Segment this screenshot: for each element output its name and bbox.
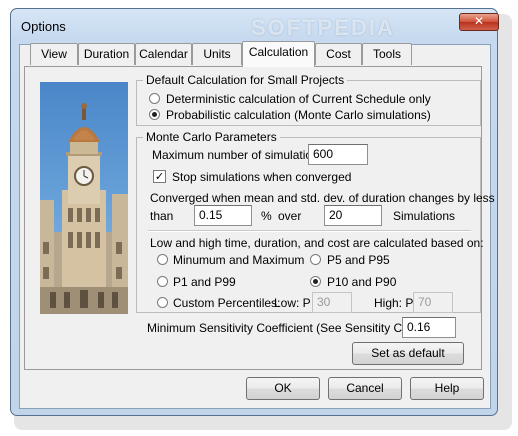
default-calc-legend: Default Calculation for Small Projects [143,73,348,87]
deterministic-radio[interactable] [149,93,160,104]
window-title: Options [21,19,66,34]
tab-units[interactable]: Units [192,43,242,65]
set-default-button[interactable]: Set as default [352,342,464,365]
than-percent-input[interactable]: 0.15 [194,205,252,226]
probabilistic-radio[interactable] [149,109,160,120]
converged-description: Converged when mean and std. dev. of dur… [150,191,495,205]
tab-calculation[interactable]: Calculation [242,41,315,67]
min-max-radio[interactable] [157,254,168,265]
group-divider [148,230,471,232]
help-button[interactable]: Help [410,377,484,400]
low-percentile-label: Low: P [274,296,311,310]
p1-p99-label[interactable]: P1 and P99 [173,275,236,289]
tab-calendar[interactable]: Calendar [135,43,192,65]
high-percentile-label: High: P [374,296,414,310]
clock-tower-image [40,103,128,314]
p1-p99-radio[interactable] [157,276,168,287]
p10-p90-radio[interactable] [310,276,321,287]
deterministic-label[interactable]: Deterministic calculation of Current Sch… [166,92,431,106]
low-percentile-input[interactable]: 30 [312,292,352,313]
over-simulations-input[interactable]: 20 [324,205,382,226]
simulations-label: Simulations [393,209,456,223]
tab-cost[interactable]: Cost [315,43,362,65]
sensitivity-label: Minimum Sensitivity Coefficient (See Sen… [147,321,437,335]
stop-converged-label[interactable]: Stop simulations when converged [172,170,351,184]
custom-percentiles-radio[interactable] [157,297,168,308]
p5-p95-label[interactable]: P5 and P95 [327,253,390,267]
percent-label: % [261,209,272,223]
clock-tower-photo [40,82,128,314]
max-simulations-label: Maximum number of simulations: [152,148,329,162]
custom-percentiles-label[interactable]: Custom Percentiles: [173,296,280,310]
ok-button[interactable]: OK [246,377,320,400]
tab-tools[interactable]: Tools [362,43,412,65]
range-description: Low and high time, duration, and cost ar… [150,236,484,250]
tab-duration[interactable]: Duration [78,43,135,65]
cancel-button[interactable]: Cancel [328,377,402,400]
tab-view[interactable]: View [30,43,78,65]
close-icon: ✕ [473,14,485,28]
monte-carlo-legend: Monte Carlo Parameters [143,130,280,144]
watermark: SOFTPEDIA [251,15,395,40]
than-label: than [150,209,174,223]
max-simulations-input[interactable]: 600 [308,144,368,165]
high-percentile-input[interactable]: 70 [413,292,453,313]
stop-converged-checkbox[interactable]: ✓ [153,170,166,183]
over-label: over [278,209,302,223]
checkmark-icon: ✓ [154,170,165,183]
sensitivity-input[interactable]: 0.16 [402,317,456,338]
p5-p95-radio[interactable] [310,254,321,265]
close-button[interactable]: ✕ [459,13,499,31]
min-max-label[interactable]: Minumum and Maximum [173,253,304,267]
probabilistic-label[interactable]: Probabilistic calculation (Monte Carlo s… [166,108,431,122]
p10-p90-label[interactable]: P10 and P90 [327,275,396,289]
